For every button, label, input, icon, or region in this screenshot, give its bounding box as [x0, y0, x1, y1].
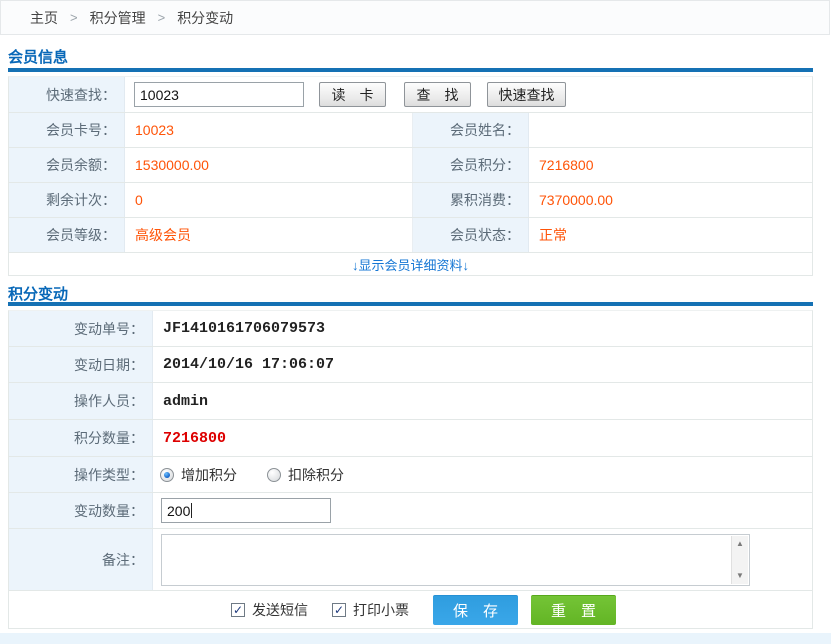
member-row-times-consume: 剩余计次： 0 累积消费： 7370000.00: [9, 183, 812, 218]
detail-link-row: ↓显示会员详细资料↓: [9, 253, 812, 275]
quick-find-row: 快速查找： 读 卡 查 找 快速查找: [9, 77, 812, 113]
member-status-value: 正常: [529, 218, 812, 252]
show-member-detail-link[interactable]: ↓显示会员详细资料↓: [352, 255, 469, 274]
breadcrumb-points-change: 积分变动: [177, 8, 233, 28]
print-receipt-checkbox[interactable]: ✓: [332, 603, 346, 617]
member-points-label: 会员积分：: [413, 148, 529, 182]
card-number-value: 10023: [125, 113, 413, 147]
member-row-card-name: 会员卡号： 10023 会员姓名：: [9, 113, 812, 148]
remark-textarea[interactable]: ▲ ▼: [161, 534, 750, 586]
member-name-value: [529, 113, 812, 147]
read-card-button[interactable]: 读 卡: [319, 82, 386, 107]
member-info-table: 快速查找： 读 卡 查 找 快速查找 会员卡号： 10023 会员姓名： 会员余…: [8, 76, 813, 276]
save-button[interactable]: 保 存: [433, 595, 518, 625]
change-date-value: 2014/10/16 17:06:07: [153, 347, 812, 382]
member-level-value: 高级会员: [125, 218, 413, 252]
operator-label: 操作人员：: [9, 383, 153, 419]
reset-button[interactable]: 重 置: [531, 595, 616, 625]
deduct-points-radio-label[interactable]: 扣除积分: [288, 465, 344, 485]
remark-label: 备注：: [9, 529, 153, 590]
operation-type-label: 操作类型：: [9, 457, 153, 492]
member-name-label: 会员姓名：: [413, 113, 529, 147]
points-change-page: 主页 > 积分管理 > 积分变动 会员信息 快速查找： 读 卡 查 找 快速查找…: [0, 0, 831, 644]
member-level-label: 会员等级：: [9, 218, 125, 252]
points-quantity-row: 积分数量： 7216800: [9, 420, 812, 457]
find-button[interactable]: 查 找: [404, 82, 471, 107]
member-status-label: 会员状态：: [413, 218, 529, 252]
text-caret: [191, 503, 192, 518]
balance-value: 1530000.00: [125, 148, 413, 182]
points-change-title-bar: [8, 302, 813, 306]
quick-find-button[interactable]: 快速查找: [487, 82, 566, 107]
breadcrumb-home[interactable]: 主页: [30, 8, 58, 28]
balance-label: 会员余额：: [9, 148, 125, 182]
scroll-down-icon[interactable]: ▼: [732, 568, 748, 584]
points-change-title: 积分变动: [8, 283, 68, 304]
breadcrumb-points-management[interactable]: 积分管理: [90, 8, 146, 28]
add-points-radio-label[interactable]: 增加积分: [181, 465, 237, 485]
actions-row: ✓ 发送短信 ✓ 打印小票 保 存 重 置: [9, 591, 812, 628]
change-amount-label: 变动数量：: [9, 493, 153, 528]
remark-scrollbar[interactable]: ▲ ▼: [731, 536, 748, 584]
points-quantity-label: 积分数量：: [9, 420, 153, 456]
member-points-value: 7216800: [529, 148, 812, 182]
member-row-level-status: 会员等级： 高级会员 会员状态： 正常: [9, 218, 812, 253]
points-change-table: 变动单号： JF1410161706079573 变动日期： 2014/10/1…: [8, 310, 813, 629]
remaining-times-label: 剩余计次：: [9, 183, 125, 217]
change-amount-input[interactable]: 200: [161, 498, 331, 523]
order-number-row: 变动单号： JF1410161706079573: [9, 311, 812, 347]
change-amount-row: 变动数量： 200: [9, 493, 812, 529]
change-amount-value: 200: [167, 503, 190, 519]
quick-find-label: 快速查找：: [9, 77, 125, 112]
quick-find-input[interactable]: [134, 82, 304, 107]
member-info-title: 会员信息: [8, 46, 68, 67]
send-sms-label[interactable]: 发送短信: [252, 600, 308, 620]
change-date-row: 变动日期： 2014/10/16 17:06:07: [9, 347, 812, 383]
total-consumption-value: 7370000.00: [529, 183, 812, 217]
deduct-points-radio[interactable]: [267, 468, 281, 482]
remaining-times-value: 0: [125, 183, 413, 217]
member-info-title-bar: [8, 68, 813, 72]
remark-row: 备注： ▲ ▼: [9, 529, 812, 591]
order-number-value: JF1410161706079573: [153, 311, 812, 346]
footer-strip: [0, 633, 831, 644]
breadcrumb-separator: >: [158, 10, 166, 25]
points-quantity-value: 7216800: [153, 420, 812, 456]
operator-value: admin: [153, 383, 812, 419]
total-consumption-label: 累积消费：: [413, 183, 529, 217]
send-sms-checkbox[interactable]: ✓: [231, 603, 245, 617]
print-receipt-label[interactable]: 打印小票: [353, 600, 409, 620]
scroll-up-icon[interactable]: ▲: [732, 536, 748, 552]
breadcrumb: 主页 > 积分管理 > 积分变动: [0, 0, 830, 35]
member-row-balance-points: 会员余额： 1530000.00 会员积分： 7216800: [9, 148, 812, 183]
operation-type-row: 操作类型： 增加积分 扣除积分: [9, 457, 812, 493]
operator-row: 操作人员： admin: [9, 383, 812, 420]
breadcrumb-separator: >: [70, 10, 78, 25]
change-date-label: 变动日期：: [9, 347, 153, 382]
add-points-radio[interactable]: [160, 468, 174, 482]
order-number-label: 变动单号：: [9, 311, 153, 346]
card-number-label: 会员卡号：: [9, 113, 125, 147]
